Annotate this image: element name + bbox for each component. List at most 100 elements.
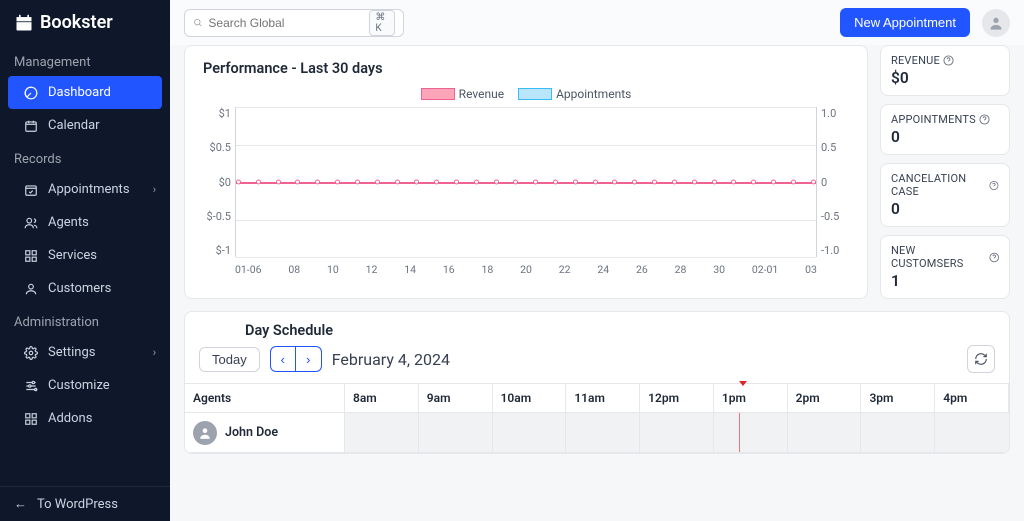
stat-value: $0 xyxy=(891,69,999,87)
schedule-header-hour: 10am xyxy=(493,384,567,413)
schedule-slot[interactable] xyxy=(419,413,493,453)
user-icon xyxy=(988,15,1004,31)
sidebar-item-customers[interactable]: Customers xyxy=(0,272,170,305)
nav-section-records: Records xyxy=(0,142,170,173)
stat-appointments: APPOINTMENTS 0 xyxy=(880,104,1010,155)
sidebar-item-label: Appointments xyxy=(48,182,130,197)
avatar xyxy=(193,421,217,445)
y-axis-right: 1.0 0.5 0 -0.5 -1.0 xyxy=(817,107,849,257)
stat-new-customers: NEW CUSTOMSERS 1 xyxy=(880,235,1010,299)
schedule-slot[interactable] xyxy=(714,413,788,453)
user-avatar[interactable] xyxy=(982,9,1010,37)
schedule-header-agents: Agents xyxy=(185,384,345,413)
sidebar-item-label: Dashboard xyxy=(48,85,111,100)
schedule-header-hour: 3pm xyxy=(861,384,935,413)
schedule-header-hour: 2pm xyxy=(788,384,862,413)
sidebar-item-label: Customize xyxy=(48,378,110,393)
stat-cancelation: CANCELATION CASE 0 xyxy=(880,163,1010,227)
help-icon[interactable] xyxy=(979,114,990,125)
gear-icon xyxy=(24,346,38,360)
schedule-header-hour: 4pm xyxy=(935,384,1009,413)
new-appointment-button[interactable]: New Appointment xyxy=(840,8,970,37)
nav-section-management: Management xyxy=(0,45,170,76)
legend-item-revenue[interactable]: Revenue xyxy=(421,87,504,101)
arrow-left-icon: ← xyxy=(14,496,27,512)
y-axis-left: $1 $0.5 $0 $-0.5 $-1 xyxy=(203,107,235,257)
sidebar-item-label: Agents xyxy=(48,215,89,230)
chevron-left-icon: ‹ xyxy=(280,352,284,367)
schedule-slot[interactable] xyxy=(788,413,862,453)
shortcut-hint: ⌘ K xyxy=(369,10,395,36)
sidebar-item-label: Customers xyxy=(48,281,111,296)
sidebar-item-label: Addons xyxy=(48,411,92,426)
prev-day-button[interactable]: ‹ xyxy=(270,346,296,372)
schedule-title: Day Schedule xyxy=(245,322,1009,339)
refresh-button[interactable] xyxy=(967,345,995,373)
calendar-icon xyxy=(24,119,38,133)
sidebar: Bookster Management Dashboard Calendar R… xyxy=(0,0,170,521)
sidebar-item-settings[interactable]: Settings › xyxy=(0,336,170,369)
user-group-icon xyxy=(24,282,38,296)
gauge-icon xyxy=(24,86,38,100)
sidebar-item-appointments[interactable]: Appointments › xyxy=(0,173,170,206)
chart-plot-area xyxy=(235,107,817,257)
stat-value: 0 xyxy=(891,128,999,146)
sidebar-item-agents[interactable]: Agents xyxy=(0,206,170,239)
chevron-right-icon: › xyxy=(153,346,156,359)
schedule-slot[interactable] xyxy=(493,413,567,453)
sliders-icon xyxy=(24,379,38,393)
sidebar-item-to-wordpress[interactable]: ← To WordPress xyxy=(0,487,170,521)
schedule-slot[interactable] xyxy=(861,413,935,453)
schedule-header-hour: 11am xyxy=(566,384,640,413)
schedule-header-hour: 9am xyxy=(419,384,493,413)
refresh-icon xyxy=(974,352,988,366)
sidebar-item-calendar[interactable]: Calendar xyxy=(0,109,170,142)
next-day-button[interactable]: › xyxy=(296,346,322,372)
stat-value: 0 xyxy=(891,200,999,218)
x-axis: 01-0608101214161820222426283002-0103 xyxy=(235,263,817,276)
search-input[interactable] xyxy=(208,16,363,30)
grid-icon xyxy=(24,249,38,263)
sidebar-item-label: To WordPress xyxy=(37,497,118,512)
chart-legend: Revenue Appointments xyxy=(203,87,849,101)
stat-value: 1 xyxy=(891,272,999,290)
nav-section-administration: Administration xyxy=(0,305,170,336)
sidebar-item-addons[interactable]: Addons xyxy=(0,402,170,435)
schedule-slot[interactable] xyxy=(345,413,419,453)
search-icon xyxy=(193,16,202,29)
schedule-slot[interactable] xyxy=(566,413,640,453)
current-date: February 4, 2024 xyxy=(332,350,450,369)
sidebar-item-customize[interactable]: Customize xyxy=(0,369,170,402)
puzzle-icon xyxy=(24,412,38,426)
calendar-icon xyxy=(14,13,34,33)
schedule-header-hour: 1pm xyxy=(714,384,788,413)
chevron-right-icon: › xyxy=(153,183,156,196)
chart-title: Performance - Last 30 days xyxy=(203,60,849,77)
schedule-agent-row: John Doe xyxy=(185,413,345,453)
day-schedule-card: Day Schedule Today ‹ › February 4, 2024 … xyxy=(184,311,1010,454)
schedule-header-hour: 8am xyxy=(345,384,419,413)
schedule-header-hour: 12pm xyxy=(640,384,714,413)
schedule-slot[interactable] xyxy=(640,413,714,453)
performance-chart-card: Performance - Last 30 days Revenue Appoi… xyxy=(184,45,868,299)
sidebar-item-label: Services xyxy=(48,248,97,263)
search-input-wrap[interactable]: ⌘ K xyxy=(184,9,404,37)
chevron-right-icon: › xyxy=(306,352,310,367)
legend-item-appointments[interactable]: Appointments xyxy=(518,87,631,101)
calendar-check-icon xyxy=(24,183,38,197)
help-icon[interactable] xyxy=(943,55,954,66)
app-logo: Bookster xyxy=(0,0,170,45)
sidebar-item-label: Calendar xyxy=(48,118,100,133)
help-icon[interactable] xyxy=(989,180,999,191)
sidebar-item-dashboard[interactable]: Dashboard xyxy=(8,76,162,109)
schedule-grid: Agents8am9am10am11am12pm1pm2pm3pm4pm John… xyxy=(185,383,1009,453)
app-name: Bookster xyxy=(40,12,113,33)
sidebar-item-label: Settings xyxy=(48,345,95,360)
agent-name-label: John Doe xyxy=(225,425,278,440)
stat-revenue: REVENUE $0 xyxy=(880,45,1010,96)
schedule-slot[interactable] xyxy=(935,413,1009,453)
today-button[interactable]: Today xyxy=(199,347,260,372)
help-icon[interactable] xyxy=(989,252,999,263)
users-icon xyxy=(24,216,38,230)
sidebar-item-services[interactable]: Services xyxy=(0,239,170,272)
